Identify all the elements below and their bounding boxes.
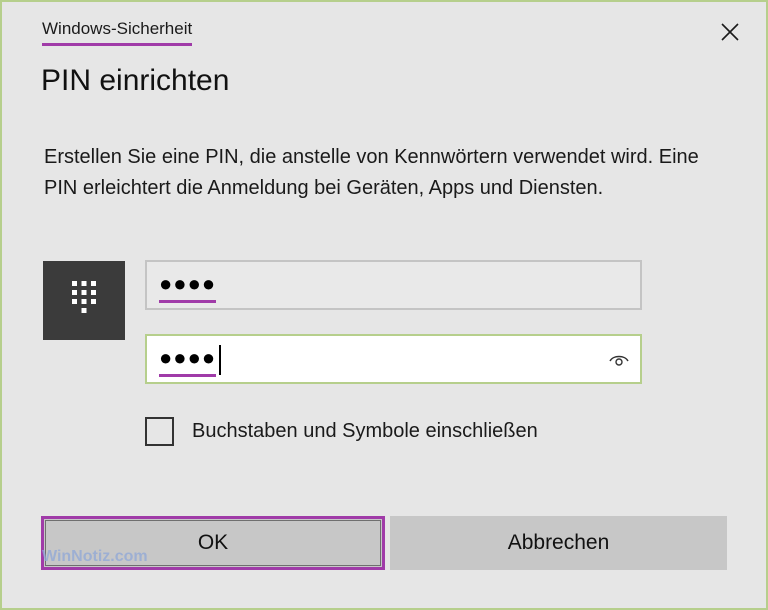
cancel-button[interactable]: Abbrechen	[390, 516, 727, 570]
text-caret	[219, 345, 221, 375]
dialog-description: Erstellen Sie eine PIN, die anstelle von…	[44, 146, 699, 199]
include-letters-symbols-checkbox[interactable]	[145, 417, 174, 446]
include-letters-symbols-option[interactable]: Buchstaben und Symbole einschließen	[145, 417, 538, 446]
pin-tile	[43, 261, 125, 340]
eye-icon[interactable]	[608, 349, 630, 371]
close-icon	[721, 23, 739, 41]
windows-security-dialog: Windows-Sicherheit PIN einrichten Erstel…	[0, 0, 768, 610]
keypad-icon	[72, 280, 96, 313]
confirm-pin-input-value: ●●●●	[159, 347, 217, 377]
pin-input[interactable]: ●●●●	[145, 260, 642, 310]
pin-input-value: ●●●●	[159, 273, 217, 303]
window-title: Windows-Sicherheit	[42, 19, 193, 46]
close-button[interactable]	[712, 14, 748, 50]
watermark: WinNotiz.com	[42, 548, 148, 565]
confirm-pin-input[interactable]: ●●●●	[145, 334, 642, 384]
include-letters-symbols-label: Buchstaben und Symbole einschließen	[192, 420, 538, 442]
dialog-heading: PIN einrichten	[41, 64, 230, 97]
